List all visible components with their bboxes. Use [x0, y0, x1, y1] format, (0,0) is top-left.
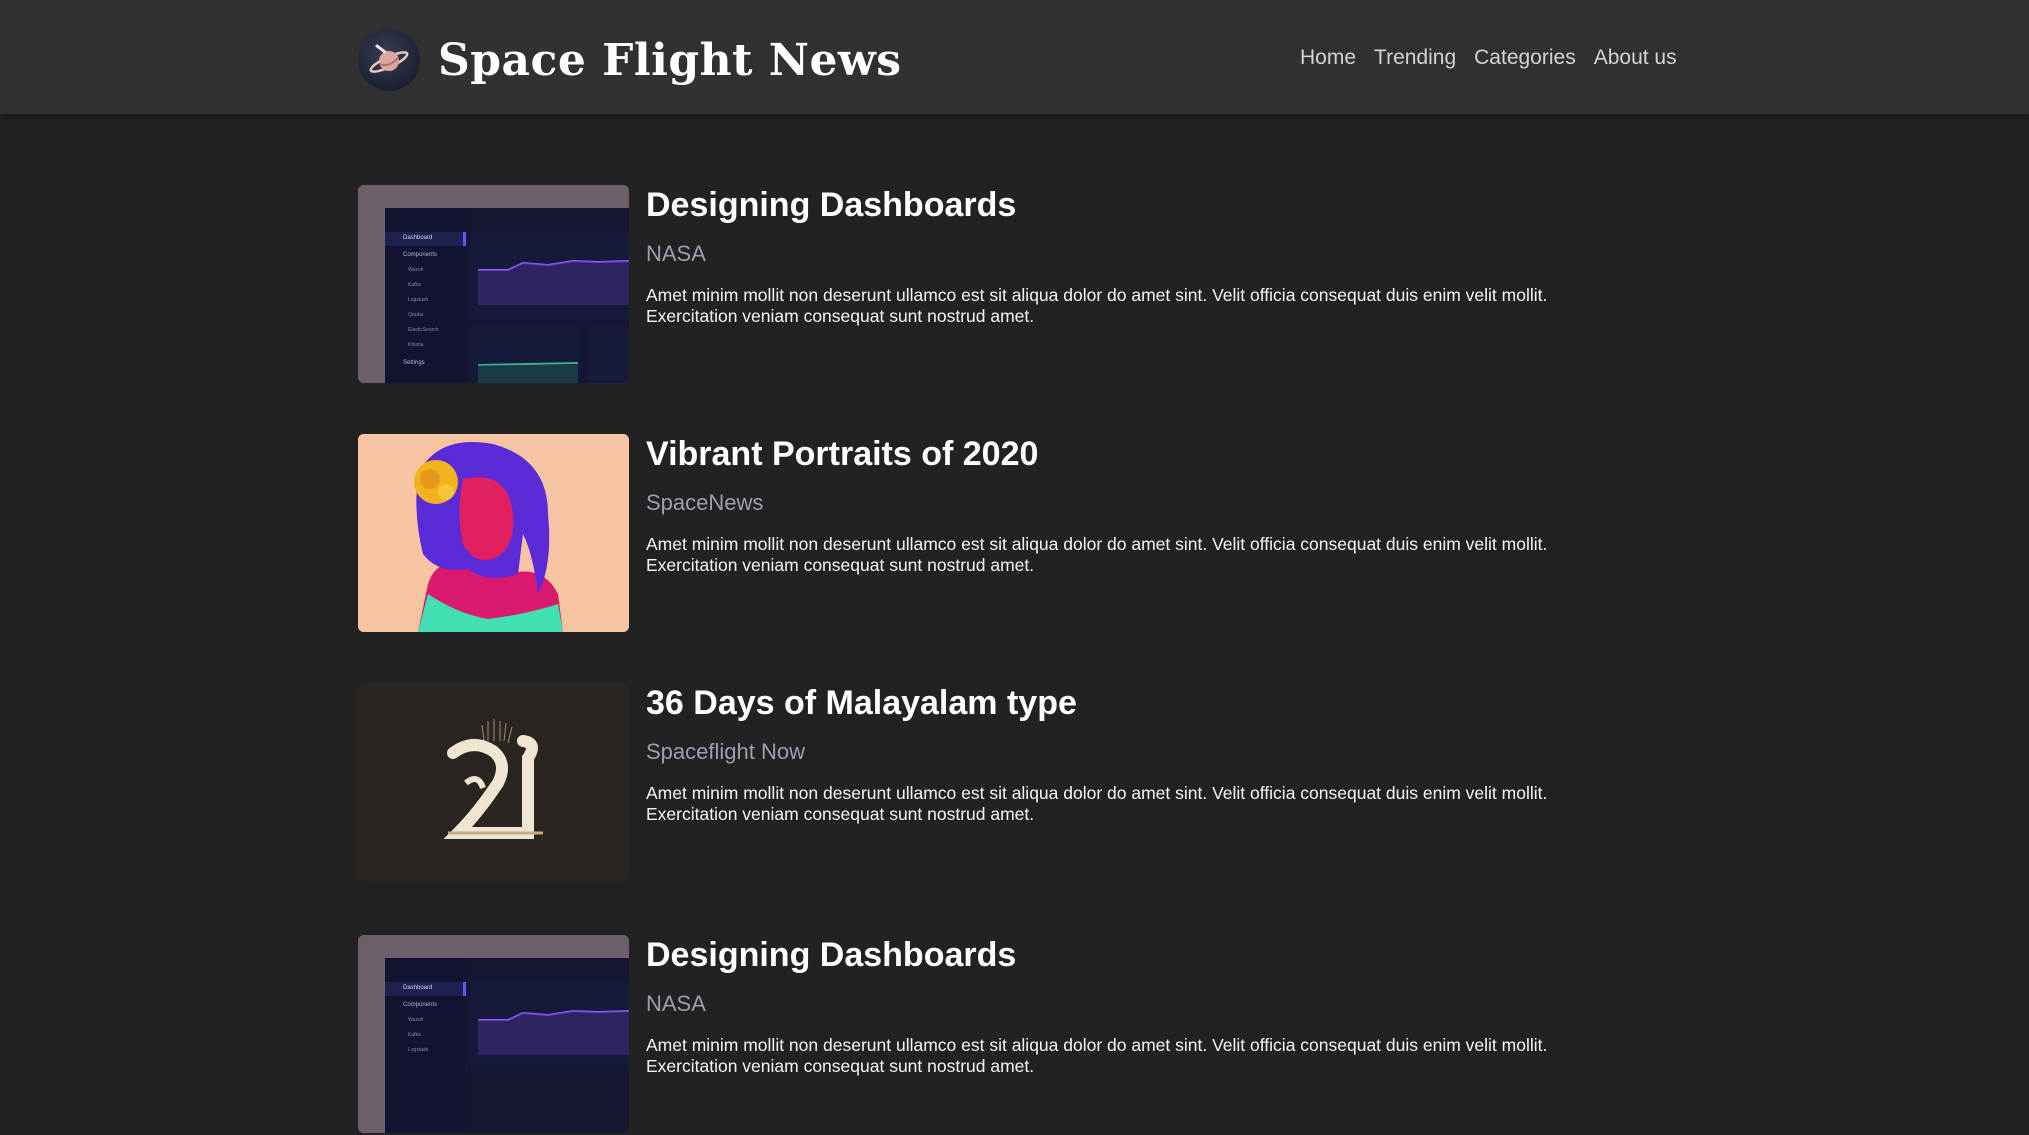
news-title[interactable]: Designing Dashboards [646, 185, 1646, 225]
top-navbar: Space Flight News Home Trending Categori… [0, 0, 2029, 114]
thumb-label: Qradar [408, 312, 424, 318]
news-card-text: Designing Dashboards NASA Amet minim mol… [646, 185, 1646, 327]
news-source: Spaceflight Now [646, 739, 805, 764]
news-description: Amet minim mollit non deserunt ullamco e… [646, 534, 1548, 575]
brand[interactable]: Space Flight News [358, 28, 902, 92]
news-card[interactable]: 36 Days of Malayalam type Spaceflight No… [358, 683, 1658, 883]
thumb-label: Wazuh [408, 1017, 424, 1023]
news-source: SpaceNews [646, 490, 764, 515]
news-title[interactable]: 36 Days of Malayalam type [646, 683, 1646, 723]
nav-menu: Home Trending Categories About us [1300, 46, 1677, 70]
news-card-text: Designing Dashboards NASA Amet minim mol… [646, 935, 1646, 1077]
news-description: Amet minim mollit non deserunt ullamco e… [646, 783, 1548, 824]
thumb-label: Dashboard [403, 235, 433, 241]
news-source: NASA [646, 991, 706, 1016]
nav-categories-link[interactable]: Categories [1474, 46, 1576, 70]
nav-home-link[interactable]: Home [1300, 46, 1356, 70]
news-card[interactable]: Dashboard Components Wazuh Kafka Logstas… [358, 185, 1658, 385]
news-title[interactable]: Vibrant Portraits of 2020 [646, 434, 1646, 474]
planet-rocket-icon[interactable] [358, 29, 420, 91]
portrait-thumbnail[interactable] [358, 434, 629, 632]
malayalam-type-thumbnail[interactable] [358, 683, 629, 881]
thumb-label: Kafka [408, 1032, 421, 1038]
thumb-label: Settings [403, 360, 425, 366]
news-description: Amet minim mollit non deserunt ullamco e… [646, 285, 1548, 326]
news-card-text: 36 Days of Malayalam type Spaceflight No… [646, 683, 1646, 825]
thumb-label: Dashboard [403, 985, 433, 991]
dashboard-thumbnail[interactable]: Dashboard Components Wazuh Kafka Logstas… [358, 185, 629, 383]
thumb-label: Components [403, 1002, 438, 1008]
nav-trending-link[interactable]: Trending [1374, 46, 1456, 70]
news-title[interactable]: Designing Dashboards [646, 935, 1646, 975]
thumb-label: Wazuh [408, 267, 424, 273]
thumb-label: Logstash [408, 1047, 429, 1053]
thumb-label: Kibana [408, 342, 424, 348]
nav-about-link[interactable]: About us [1594, 46, 1677, 70]
thumb-label: ElasticSearch [408, 327, 439, 333]
site-title[interactable]: Space Flight News [438, 35, 902, 86]
news-description: Amet minim mollit non deserunt ullamco e… [646, 1035, 1548, 1076]
thumb-label: Components [403, 252, 438, 258]
thumb-label: Logstash [408, 297, 429, 303]
news-card[interactable]: Vibrant Portraits of 2020 SpaceNews Amet… [358, 434, 1658, 634]
news-source: NASA [646, 241, 706, 266]
thumb-label: Kafka [408, 282, 421, 288]
dashboard-thumbnail[interactable]: Dashboard Components Wazuh Kafka Logstas… [358, 935, 629, 1133]
news-card-text: Vibrant Portraits of 2020 SpaceNews Amet… [646, 434, 1646, 576]
news-card[interactable]: Dashboard Components Wazuh Kafka Logstas… [358, 935, 1658, 1135]
